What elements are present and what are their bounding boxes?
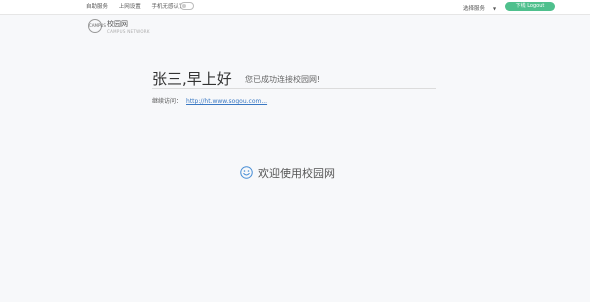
greeting-row: 张三,早上好 您已成功连接校园网! xyxy=(152,68,436,89)
continue-label: 继续访问： xyxy=(152,98,183,105)
continue-row: 继续访问： http://ht.www.sogou.com... xyxy=(152,96,267,105)
brand-subtitle: CAMPUS NETWORK xyxy=(107,29,150,34)
connected-message: 您已成功连接校园网! xyxy=(245,75,321,84)
campus-logo-icon: CAMPUS xyxy=(88,19,106,33)
nav-self-service[interactable]: 自助服务 xyxy=(86,4,108,10)
caret-down-icon: ▼ xyxy=(493,6,497,11)
top-nav: 自助服务 上网设置 手机无感认证 xyxy=(86,2,194,10)
toggle-knob xyxy=(182,4,186,8)
mobile-auth-toggle[interactable] xyxy=(180,2,194,10)
nav-network-settings[interactable]: 上网设置 xyxy=(119,4,141,10)
service-select-label: 选择服务 xyxy=(463,6,486,12)
continue-link[interactable]: http://ht.www.sogou.com... xyxy=(186,98,267,105)
smile-icon xyxy=(240,166,253,179)
brand-name: 校园网 xyxy=(107,20,128,28)
service-select[interactable]: 选择服务 ▼ xyxy=(463,4,496,12)
welcome-text: 欢迎使用校园网 xyxy=(258,167,335,180)
greeting-title: 张三,早上好 xyxy=(152,70,232,88)
top-bar: 自助服务 上网设置 手机无感认证 选择服务 ▼ 下线 Logout xyxy=(0,0,590,15)
logout-button[interactable]: 下线 Logout xyxy=(505,2,555,11)
